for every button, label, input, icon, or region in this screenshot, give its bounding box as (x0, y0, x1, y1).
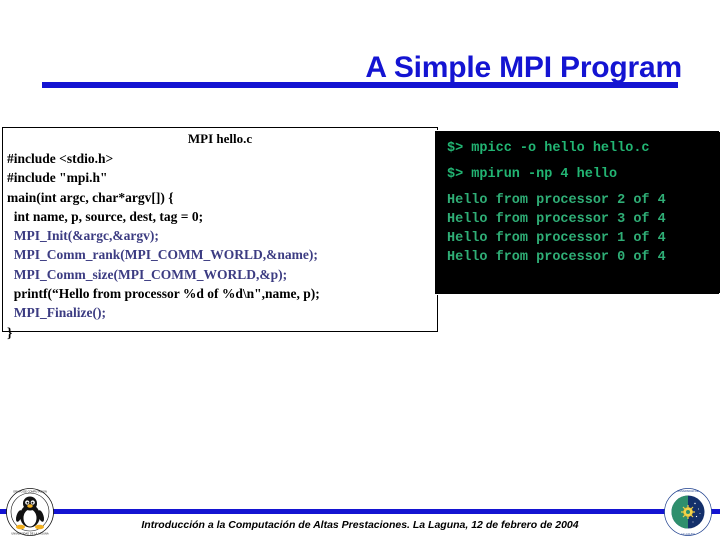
universidad-la-laguna-seal-logo: UNIVERSIDAD DE LA LAGUNA (663, 487, 713, 537)
code-line: MPI_Comm_size(MPI_COMM_WORLD,&p); (7, 266, 288, 282)
code-panel: MPI hello.c #include <stdio.h> #include "… (2, 127, 438, 340)
footer-rule (0, 509, 720, 514)
svg-text:UNIVERSIDAD DE LA LAGUNA: UNIVERSIDAD DE LA LAGUNA (11, 532, 48, 536)
code-line: MPI_Comm_rank(MPI_COMM_WORLD,&name); (7, 247, 318, 263)
terminal-output-panel: $> mpicc -o hello hello.c $> mpirun -np 4… (436, 132, 720, 293)
terminal-command-line: $> mpirun -np 4 hello (447, 167, 618, 182)
code-line: main(int argc, char*argv[]) { (7, 189, 174, 205)
linux-tux-seal-logo: GRUPO DE COMPUTACION UNIVERSIDAD DE LA L… (5, 487, 55, 537)
svg-text:LA LAGUNA: LA LAGUNA (681, 533, 695, 536)
code-line: #include <stdio.h> (7, 151, 114, 166)
code-line: MPI_Finalize(); (7, 305, 106, 321)
code-line: printf(“Hello from processor %d of %d\n"… (7, 286, 320, 302)
page-title: A Simple MPI Program (365, 51, 682, 84)
terminal-lines: $> mpicc -o hello hello.c $> mpirun -np 4… (436, 132, 720, 265)
code-line: } (7, 324, 13, 340)
code-line: MPI_Init(&argc,&argv); (7, 228, 159, 244)
svg-text:UNIVERSIDAD DE: UNIVERSIDAD DE (677, 490, 699, 493)
terminal-output-line: Hello from processor 3 of 4 (447, 212, 666, 227)
slide-canvas: A Simple MPI Program MPI hello.c #includ… (0, 0, 720, 540)
terminal-output-line: Hello from processor 1 of 4 (447, 231, 666, 246)
terminal-output-line: Hello from processor 0 of 4 (447, 250, 666, 265)
code-listing: #include <stdio.h> #include "mpi.h" main(i… (3, 149, 437, 342)
code-line: int name, p, source, dest, tag = 0; (7, 208, 204, 224)
terminal-output-line: Hello from processor 2 of 4 (447, 193, 666, 208)
terminal-command-line: $> mpicc -o hello hello.c (447, 141, 650, 156)
svg-text:GRUPO DE COMPUTACION: GRUPO DE COMPUTACION (13, 490, 47, 494)
footer-text: Introducción a la Computación de Altas P… (141, 519, 579, 531)
code-panel-caption: MPI hello.c (187, 131, 253, 146)
code-line: #include "mpi.h" (7, 170, 108, 186)
title-underline-rule (42, 82, 678, 88)
